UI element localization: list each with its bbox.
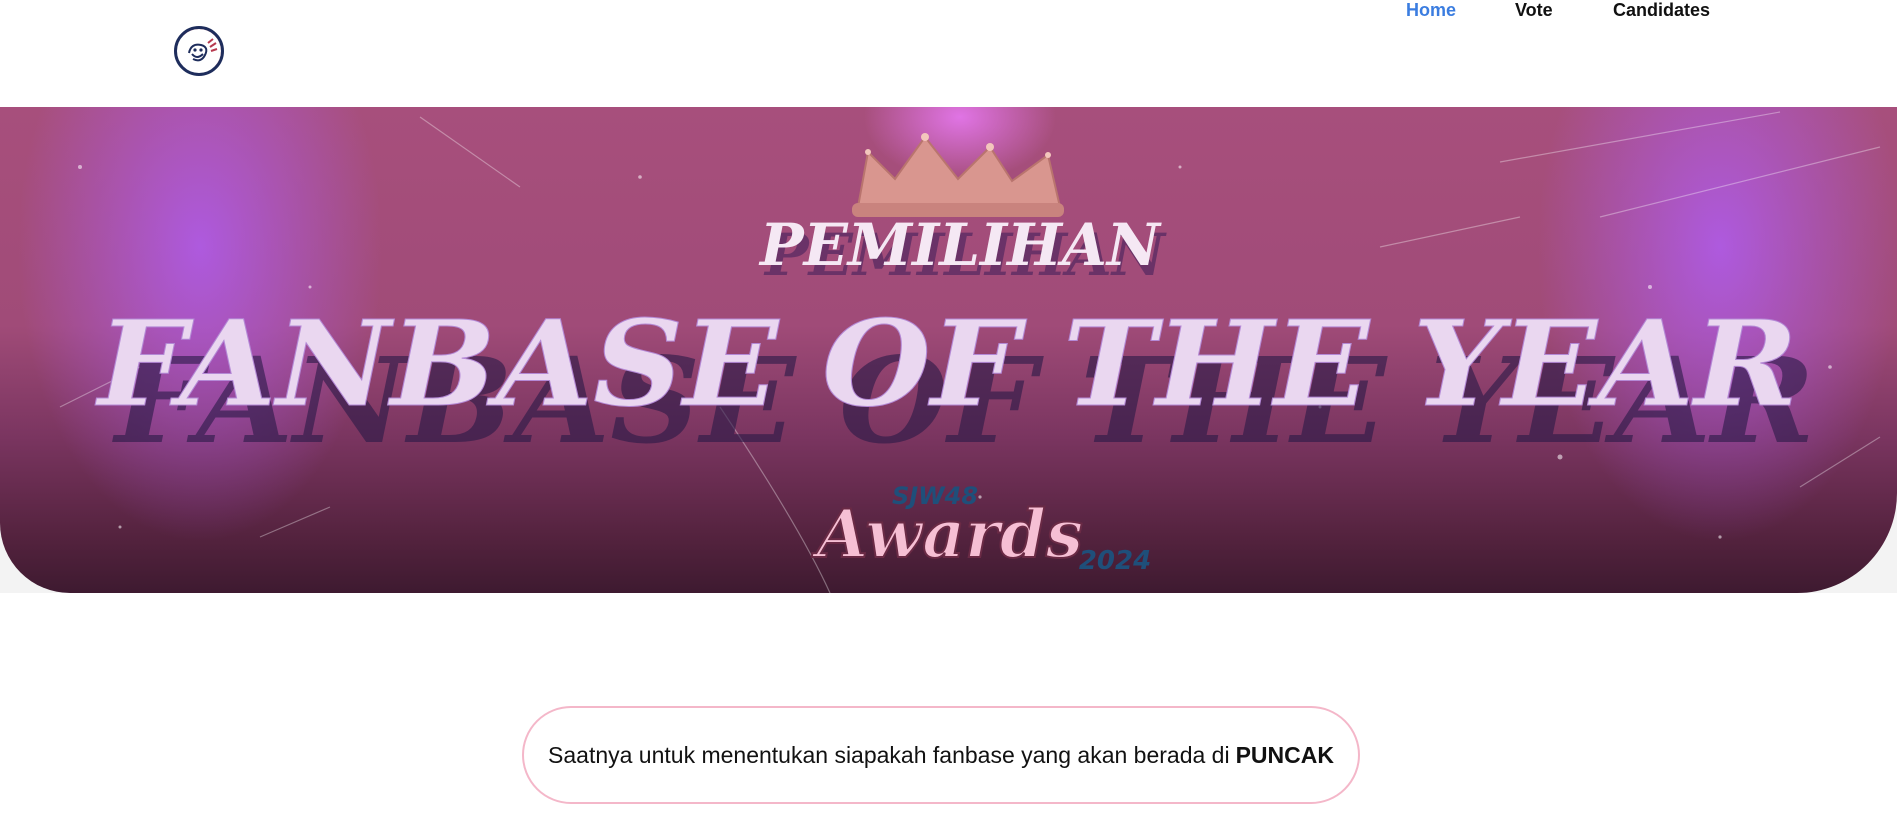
nav-home-link[interactable]: Home [1406, 0, 1456, 21]
svg-text:FANBASE OF THE YEAR: FANBASE OF THE YEAR [95, 294, 1798, 433]
tagline-pill: Saatnya untuk menentukan siapakah fanbas… [522, 706, 1360, 804]
svg-text:PEMILIHAN: PEMILIHAN [758, 211, 1162, 279]
hero-kicker: PEMILIHAN PEMILIHAN [758, 211, 1167, 289]
fanbase-logo-icon[interactable] [174, 26, 224, 76]
tagline-emphasis: PUNCAK [1235, 741, 1334, 768]
hero-title: FANBASE OF THE YEAR FANBASE OF THE YEAR [94, 294, 1815, 471]
tagline-text: Saatnya untuk menentukan siapakah fanbas… [548, 741, 1230, 768]
nav-vote-link[interactable]: Vote [1515, 0, 1553, 21]
hero-banner: PEMILIHAN PEMILIHAN FANBASE OF THE YEAR … [0, 107, 1897, 593]
awards-badge: SJW48 Awards 2024 [810, 482, 1151, 576]
crown-icon [852, 133, 1064, 217]
hero-section: PEMILIHAN PEMILIHAN FANBASE OF THE YEAR … [0, 107, 1897, 593]
svg-text:2024: 2024 [1079, 546, 1151, 576]
navbar: Home Vote Candidates [0, 0, 1897, 107]
nav-candidates-link[interactable]: Candidates [1613, 0, 1710, 21]
svg-text:Awards: Awards [811, 495, 1083, 573]
